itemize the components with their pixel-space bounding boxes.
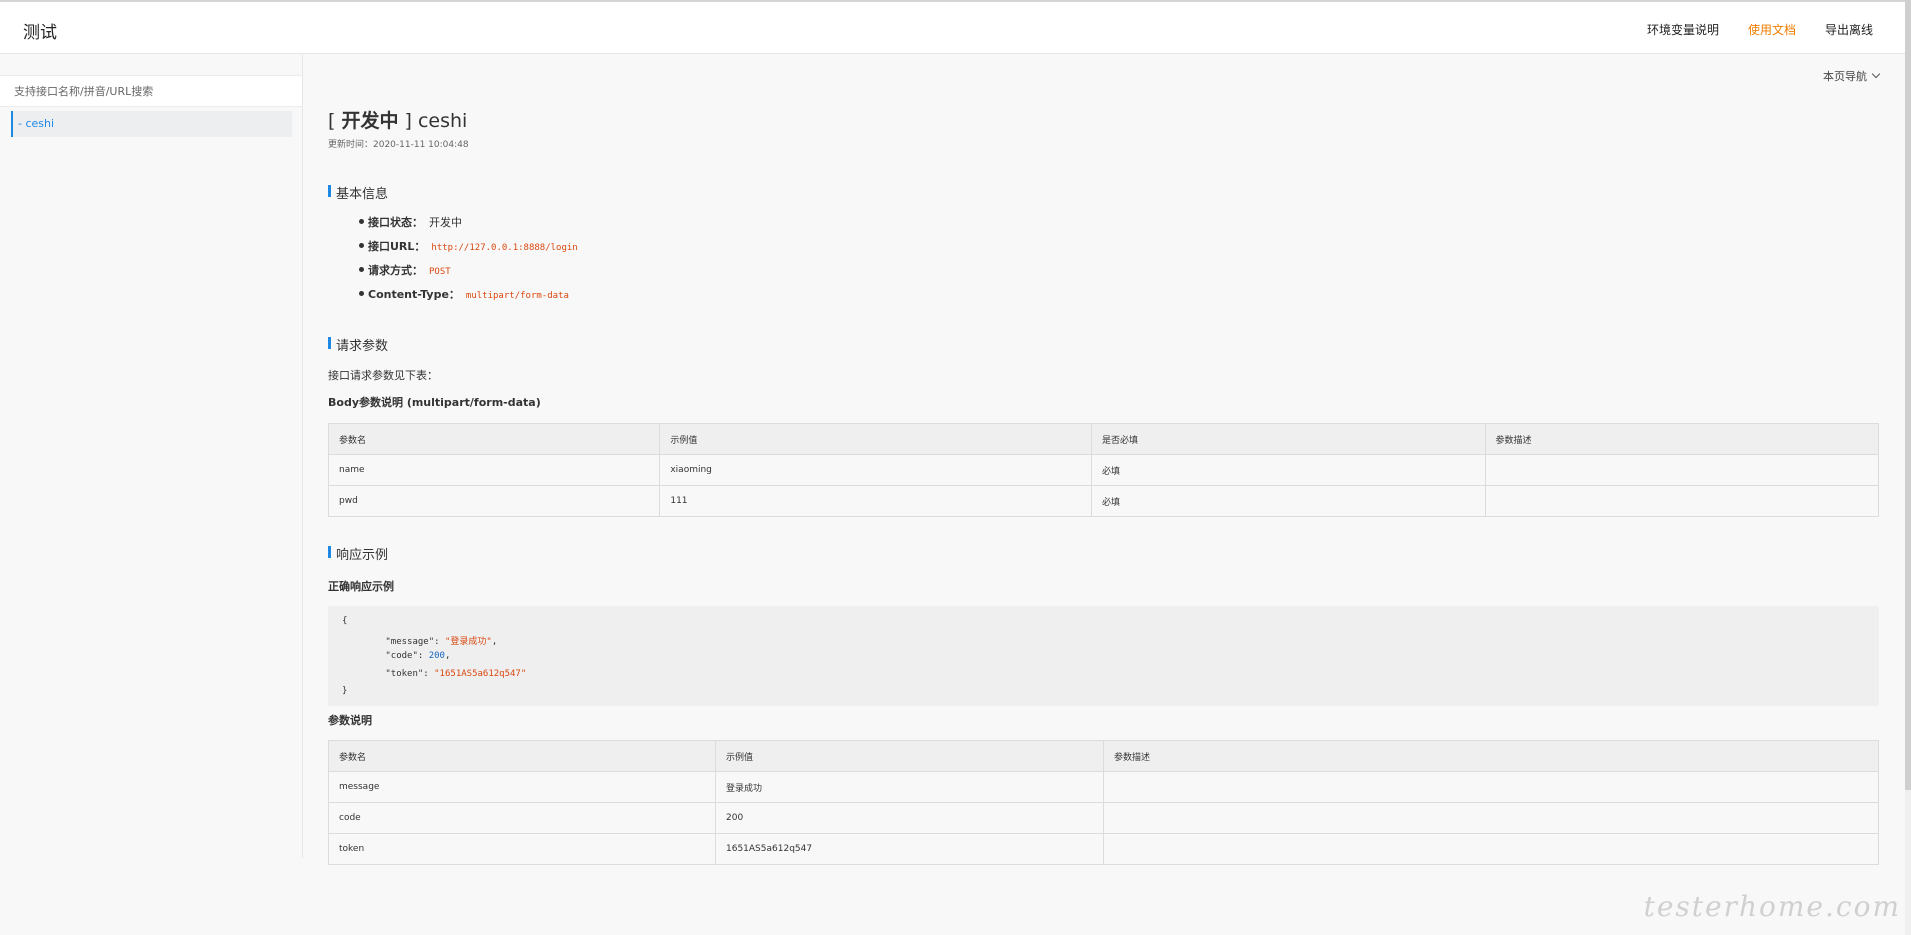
table-header-row: 参数名 示例值 是否必填 参数描述 xyxy=(327,423,1879,455)
watermark: testerhome.com xyxy=(1643,890,1901,923)
table-row: message 登录成功 xyxy=(328,771,1879,803)
sidebar: 支持接口名称/拼音/URL搜索 - ceshi xyxy=(0,55,303,858)
request-params-table: 参数名 示例值 是否必填 参数描述 name xiaoming 必填 pwd 1… xyxy=(327,423,1879,517)
table-row: code 200 xyxy=(328,802,1879,834)
section-request-params: 请求参数 xyxy=(328,335,388,354)
section-basic-info: 基本信息 xyxy=(328,183,388,202)
url-link[interactable]: http://127.0.0.1:8888/login xyxy=(431,243,577,253)
success-response-title: 正确响应示例 xyxy=(328,580,394,593)
title-prefix: [ xyxy=(328,110,342,132)
section-response-example: 响应示例 xyxy=(328,544,388,563)
basic-info-list: 接口状态： 开发中 接口URL： http://127.0.0.1:8888/log… xyxy=(359,214,578,310)
table-header-row: 参数名 示例值 参数描述 xyxy=(328,740,1879,772)
body-params-title: Body参数说明 (multipart/form-data) xyxy=(328,396,541,409)
response-code-block: { "message": "登录成功", "code": 200, "token… xyxy=(328,606,1879,706)
table-row: name xiaoming 必填 xyxy=(327,454,1879,486)
table-row: token 1651AS5a612q547 xyxy=(328,833,1879,865)
chevron-down-icon xyxy=(1871,69,1881,79)
info-url: 接口URL： http://127.0.0.1:8888/login xyxy=(359,238,578,262)
request-intro: 接口请求参数见下表： xyxy=(328,369,438,382)
search-input[interactable]: 支持接口名称/拼音/URL搜索 xyxy=(0,75,302,107)
table-row: pwd 111 必填 xyxy=(327,485,1879,517)
nav-env-vars[interactable]: 环境变量说明 xyxy=(1647,21,1719,38)
response-params-table: 参数名 示例值 参数描述 message 登录成功 code 200 token… xyxy=(328,740,1879,865)
title-suffix: ] ceshi xyxy=(398,110,468,132)
updated-time: 更新时间：2020-11-11 10:04:48 xyxy=(328,140,469,150)
scrollbar-thumb[interactable] xyxy=(1905,0,1911,790)
param-desc-title: 参数说明 xyxy=(328,714,372,727)
page-nav-dropdown[interactable]: 本页导航 xyxy=(1823,68,1881,84)
top-bar: 测试 环境变量说明 使用文档 导出离线 xyxy=(0,0,1905,54)
sidebar-item-ceshi[interactable]: - ceshi xyxy=(11,111,292,137)
top-nav: 环境变量说明 使用文档 导出离线 xyxy=(1647,21,1873,38)
app-title: 测试 xyxy=(23,23,57,43)
scrollbar[interactable] xyxy=(1905,0,1911,935)
nav-export-offline[interactable]: 导出离线 xyxy=(1825,21,1873,38)
info-method: 请求方式： POST xyxy=(359,262,578,286)
page-title: [ 开发中 ] ceshi xyxy=(328,106,467,133)
nav-usage-docs[interactable]: 使用文档 xyxy=(1748,21,1796,38)
title-status: 开发中 xyxy=(341,110,399,132)
info-status: 接口状态： 开发中 xyxy=(359,214,578,238)
page-nav-label: 本页导航 xyxy=(1823,70,1867,83)
info-content-type: Content-Type： multipart/form-data xyxy=(359,286,578,310)
